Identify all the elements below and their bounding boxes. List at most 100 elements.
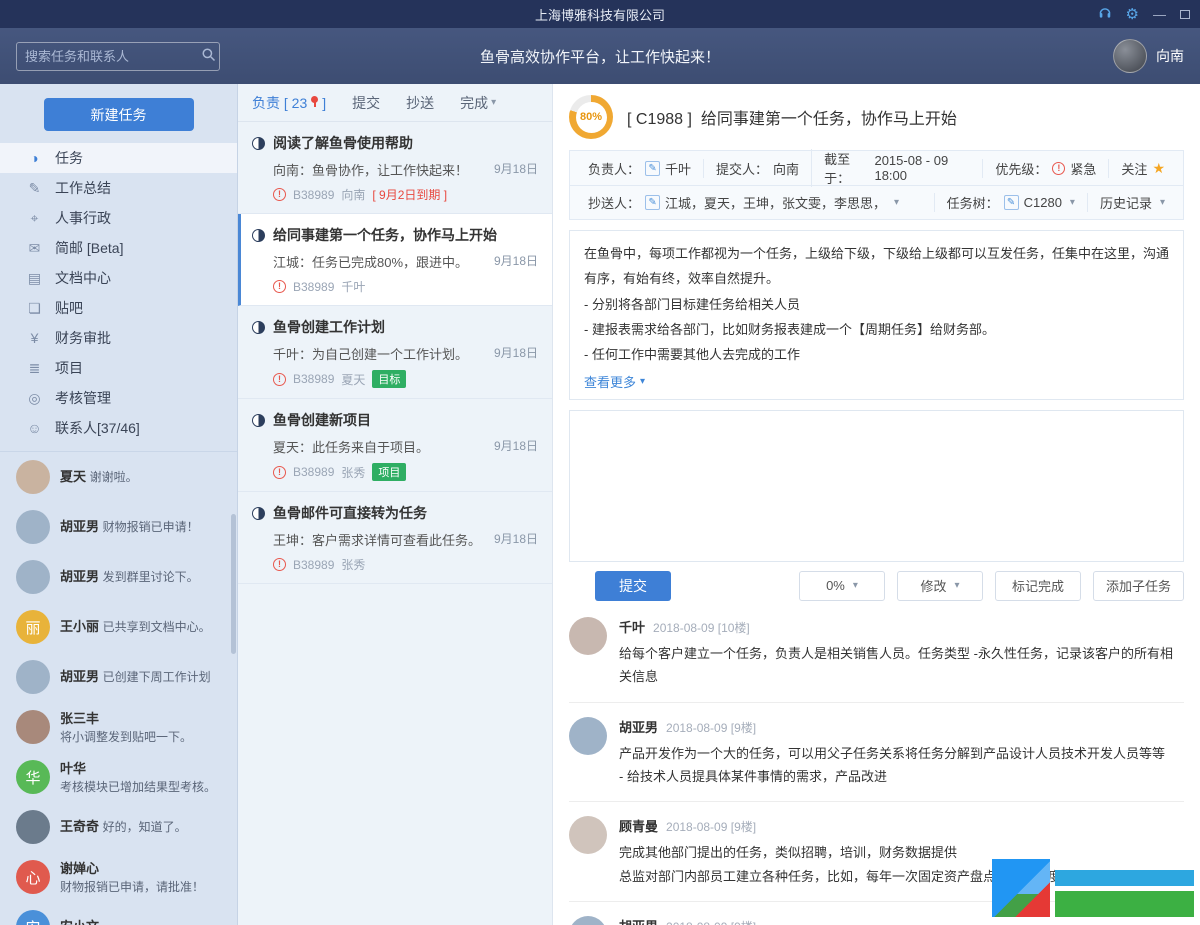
task-title: 鱼骨创建工作计划 bbox=[273, 317, 385, 337]
contact-item[interactable]: 心 谢婵心 财物报销已申请，请批准！ bbox=[0, 852, 237, 902]
comment-text: - 给技术人员提具体某件事情的需求，产品改进 bbox=[619, 765, 1165, 788]
task-tab[interactable]: 完成 ▾ bbox=[460, 93, 496, 113]
sidebar-menu-item[interactable]: ✎ 工作总结 bbox=[0, 173, 237, 203]
new-task-button[interactable]: 新建任务 bbox=[44, 98, 194, 131]
task-title: 阅读了解鱼骨使用帮助 bbox=[273, 133, 413, 153]
comment-author[interactable]: 胡亚男 bbox=[619, 717, 658, 736]
task-date: 9月18日 bbox=[494, 160, 538, 179]
priority-value: 紧急 bbox=[1070, 159, 1096, 178]
contact-item[interactable]: 王奇奇 好的，知道了。 bbox=[0, 802, 237, 852]
star-icon: ★ bbox=[1152, 160, 1165, 177]
task-title: 给同事建第一个任务，协作马上开始 bbox=[273, 225, 497, 245]
history-button[interactable]: 历史记录 ▾ bbox=[1087, 193, 1177, 212]
contact-item[interactable]: 丽 王小丽 已共享到文档中心。 bbox=[0, 602, 237, 652]
contact-message: 谢谢啦。 bbox=[90, 470, 138, 484]
task-item[interactable]: 阅读了解鱼骨使用帮助 向南：鱼骨协作，让工作快起来！ 9月18日 ! B3898… bbox=[238, 122, 552, 214]
menu-item-icon: ≣ bbox=[26, 360, 43, 377]
view-more-link[interactable]: 查看更多 ▾ bbox=[584, 372, 645, 391]
sidebar-menu-item[interactable]: ≣ 项目 bbox=[0, 353, 237, 383]
owner-value[interactable]: 千叶 bbox=[665, 159, 691, 178]
edit-icon[interactable]: ✎ bbox=[645, 195, 660, 210]
sidebar-menu-item[interactable]: ¥ 财务审批 bbox=[0, 323, 237, 353]
maximize-button[interactable] bbox=[1180, 10, 1190, 19]
contact-message: 财物报销已申请！ bbox=[103, 520, 199, 534]
user-avatar[interactable] bbox=[1113, 39, 1147, 73]
comment-avatar[interactable] bbox=[569, 816, 607, 854]
tab-label-suffix: ] bbox=[322, 95, 326, 111]
modify-dropdown[interactable]: 修改▾ bbox=[897, 571, 983, 601]
search-input[interactable] bbox=[25, 49, 201, 64]
edit-icon[interactable]: ✎ bbox=[645, 161, 660, 176]
minimize-button[interactable]: — bbox=[1153, 7, 1166, 22]
task-code: [ C1988 ] bbox=[627, 111, 692, 128]
task-subtitle: 向南：鱼骨协作，让工作快起来！ bbox=[273, 160, 494, 179]
user-name: 向南 bbox=[1156, 46, 1184, 66]
pin-icon bbox=[311, 96, 318, 103]
headset-icon[interactable] bbox=[1098, 6, 1112, 23]
sidebar-menu-item[interactable]: ☺ 联系人[37/46] bbox=[0, 413, 237, 443]
task-progress-icon bbox=[252, 507, 265, 520]
comment-avatar[interactable] bbox=[569, 717, 607, 755]
search-box[interactable] bbox=[16, 42, 220, 71]
add-subtask-button[interactable]: 添加子任务 bbox=[1093, 571, 1184, 601]
menu-item-icon: ☺ bbox=[26, 420, 43, 436]
sidebar-menu-item[interactable]: ❏ 贴吧 bbox=[0, 293, 237, 323]
menu-item-icon: ✉ bbox=[26, 240, 43, 257]
alert-icon: ! bbox=[273, 558, 286, 571]
alert-icon: ! bbox=[273, 373, 286, 386]
task-list-panel: 负责 [ 23 ] 提交 抄送 bbox=[238, 84, 553, 925]
task-code: B38989 bbox=[293, 558, 334, 572]
contact-item[interactable]: 胡亚男 财物报销已申请！ bbox=[0, 502, 237, 552]
task-code: B38989 bbox=[293, 188, 334, 202]
task-item[interactable]: 给同事建第一个任务，协作马上开始 江城：任务已完成80%，跟进中。 9月18日 … bbox=[238, 214, 552, 306]
comment-author[interactable]: 顾青曼 bbox=[619, 816, 658, 835]
follow-button[interactable]: 关注 ★ bbox=[1108, 159, 1177, 178]
sidebar-menu-item[interactable]: ✉ 简邮 [Beta] bbox=[0, 233, 237, 263]
contact-item[interactable]: 胡亚男 发到群里讨论下。 bbox=[0, 552, 237, 602]
chevron-down-icon: ▾ bbox=[954, 580, 959, 591]
sidebar-menu-item[interactable]: ◑ 任务 bbox=[0, 143, 237, 173]
tab-label: 完成 bbox=[460, 93, 488, 113]
sidebar-menu-item[interactable]: ⌖ 人事行政 bbox=[0, 203, 237, 233]
progress-value: 80% bbox=[580, 111, 602, 123]
contact-name: 叶华 bbox=[60, 761, 86, 776]
task-tab[interactable]: 抄送 bbox=[406, 93, 434, 113]
comment-input[interactable] bbox=[569, 410, 1184, 562]
chevron-down-icon[interactable]: ▾ bbox=[1070, 197, 1075, 208]
task-tab[interactable]: 提交 bbox=[352, 93, 380, 113]
menu-item-icon: ◑ bbox=[26, 150, 43, 166]
comment-avatar[interactable] bbox=[569, 916, 607, 925]
user-menu[interactable]: 向南 bbox=[1113, 39, 1184, 73]
task-subtitle: 千叶：为自己创建一个工作计划。 bbox=[273, 344, 494, 363]
sidebar-menu-item[interactable]: ◎ 考核管理 bbox=[0, 383, 237, 413]
contact-item[interactable]: 张三丰 将小调整发到贴吧一下。 bbox=[0, 702, 237, 752]
task-item[interactable]: 鱼骨邮件可直接转为任务 王坤：客户需求详情可查看此任务。 9月18日 ! B38… bbox=[238, 492, 552, 584]
contact-item[interactable]: 夏天 谢谢啦。 bbox=[0, 452, 237, 502]
submit-button[interactable]: 提交 bbox=[595, 571, 671, 601]
chevron-down-icon: ▾ bbox=[491, 97, 496, 108]
menu-item-label: 人事行政 bbox=[55, 208, 111, 228]
task-tab[interactable]: 负责 [ 23 ] bbox=[252, 93, 326, 113]
edit-icon[interactable]: ✎ bbox=[1004, 195, 1019, 210]
contact-item[interactable]: 安 安小文 bbox=[0, 902, 237, 925]
comment-avatar[interactable] bbox=[569, 617, 607, 655]
task-item[interactable]: 鱼骨创建新项目 夏天：此任务来自于项目。 9月18日 ! B38989 张秀 项… bbox=[238, 399, 552, 492]
task-item[interactable]: 鱼骨创建工作计划 千叶：为自己创建一个工作计划。 9月18日 ! B38989 … bbox=[238, 306, 552, 399]
comment-item: 胡亚男 2018-08-09 [9楼] 产品开发作为一个大的任务，可以用父子任务… bbox=[569, 717, 1184, 803]
sidebar-scrollbar[interactable] bbox=[231, 514, 236, 654]
search-icon[interactable] bbox=[201, 47, 216, 65]
chevron-down-icon[interactable]: ▾ bbox=[894, 197, 899, 208]
contact-item[interactable]: 华 叶华 考核模块已增加结果型考核。 bbox=[0, 752, 237, 802]
comment-author[interactable]: 千叶 bbox=[619, 617, 645, 636]
task-subtitle: 夏天：此任务来自于项目。 bbox=[273, 437, 494, 456]
mark-done-button[interactable]: 标记完成 bbox=[995, 571, 1081, 601]
task-date: 9月18日 bbox=[494, 252, 538, 271]
chevron-down-icon: ▾ bbox=[640, 376, 645, 387]
task-subtitle: 王坤：客户需求详情可查看此任务。 bbox=[273, 530, 494, 549]
gear-icon[interactable]: ⚙ bbox=[1126, 7, 1139, 22]
progress-dropdown[interactable]: 0%▾ bbox=[799, 571, 885, 601]
task-person: 张秀 bbox=[341, 556, 365, 573]
sidebar-menu-item[interactable]: ▤ 文档中心 bbox=[0, 263, 237, 293]
comment-author[interactable]: 胡亚男 bbox=[619, 916, 658, 925]
contact-item[interactable]: 胡亚男 已创建下周工作计划 bbox=[0, 652, 237, 702]
